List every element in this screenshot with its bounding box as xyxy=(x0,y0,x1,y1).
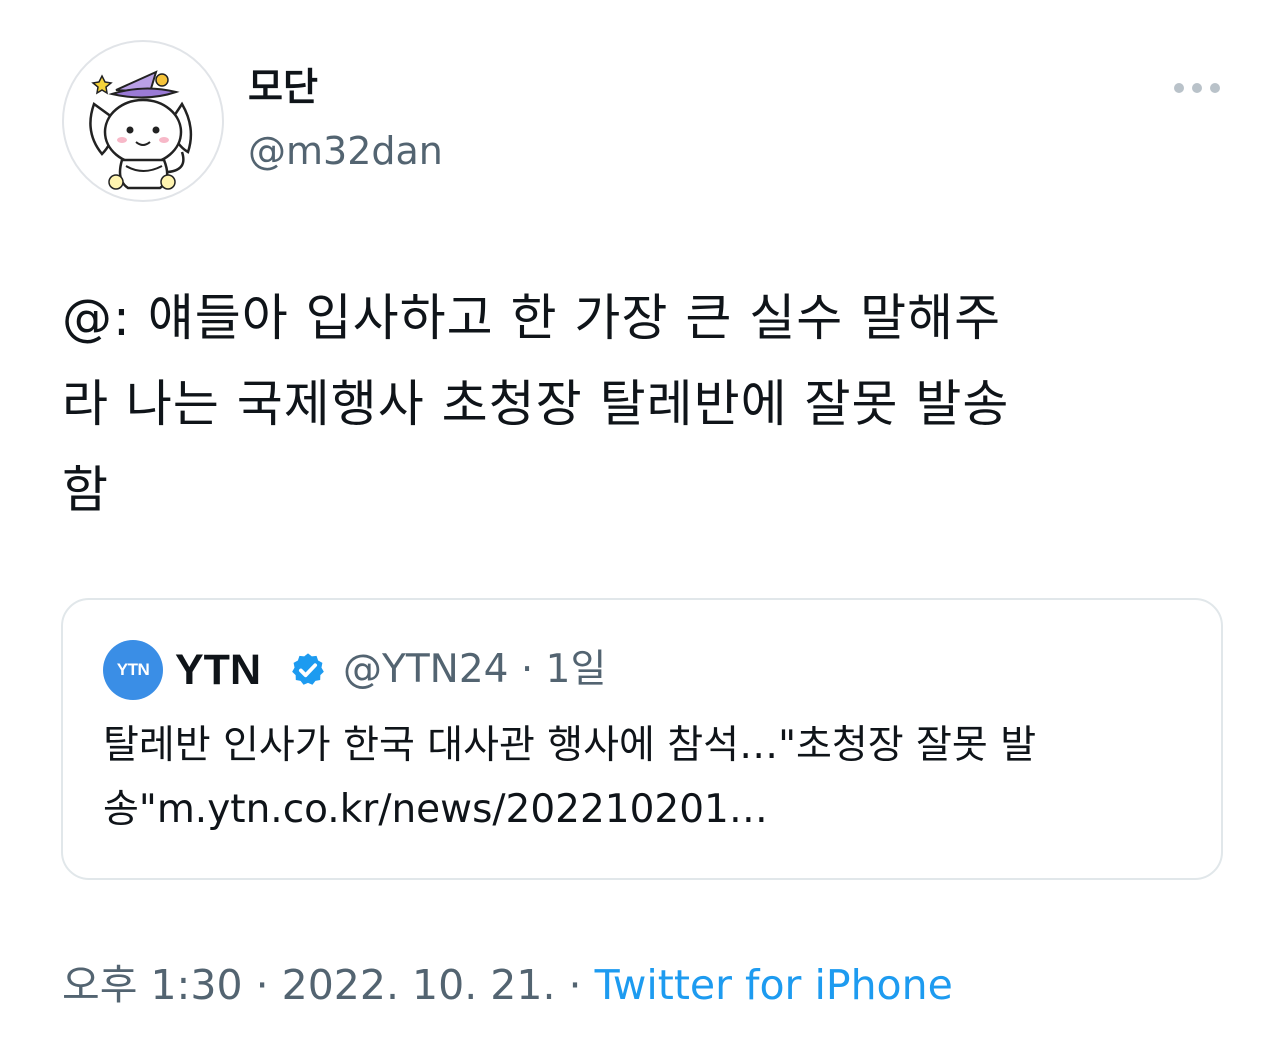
character-illustration xyxy=(89,70,193,190)
quoted-text-line: 탈레반 인사가 한국 대사관 행사에 참석…"초청장 잘못 발 xyxy=(103,723,1037,768)
author-display-name[interactable]: 모단 xyxy=(248,62,318,112)
quoted-tweet-text: 탈레반 인사가 한국 대사관 행사에 참석…"초청장 잘못 발 송"m.ytn.… xyxy=(103,714,1183,842)
tweet-footer: 오후 1:30 · 2022. 10. 21. · Twitter for iP… xyxy=(62,958,953,1012)
tweet-text-line: @: 얘들아 입사하고 한 가장 큰 실수 말해주 xyxy=(62,289,1002,347)
ytn-logo: YTN xyxy=(116,660,150,679)
author-avatar[interactable] xyxy=(62,40,224,202)
timestamp[interactable]: 오후 1:30 · 2022. 10. 21. · xyxy=(62,961,595,1009)
tweet-text-line: 라 나는 국제행사 초청장 탈레반에 잘못 발송 xyxy=(62,375,1010,433)
quoted-handle-and-time[interactable]: @YTN24 · 1일 xyxy=(343,644,606,696)
ellipsis-icon xyxy=(1210,83,1220,93)
quoted-text-line: 송"m.ytn.co.kr/news/202210201… xyxy=(103,787,768,832)
quoted-author-avatar[interactable]: YTN xyxy=(103,640,163,700)
source-link[interactable]: Twitter for iPhone xyxy=(595,961,953,1009)
tweet-text-line: 함 xyxy=(62,461,109,519)
ellipsis-icon xyxy=(1192,83,1202,93)
quoted-author-name[interactable]: YTN xyxy=(175,644,261,696)
more-options-button[interactable] xyxy=(1172,74,1222,104)
tweet-text: @: 얘들아 입사하고 한 가장 큰 실수 말해주 라 나는 국제행사 초청장 … xyxy=(62,275,1202,533)
ellipsis-icon xyxy=(1174,83,1184,93)
author-handle[interactable]: @m32dan xyxy=(248,126,443,176)
tweet-detail: 모단 @m32dan @: 얘들아 입사하고 한 가장 큰 실수 말해주 라 나… xyxy=(0,0,1284,1045)
quoted-tweet-card[interactable]: YTN YTN @YTN24 · 1일 탈레반 인사가 한국 대사관 행사에 참… xyxy=(61,598,1223,880)
verified-badge-icon xyxy=(292,653,324,685)
